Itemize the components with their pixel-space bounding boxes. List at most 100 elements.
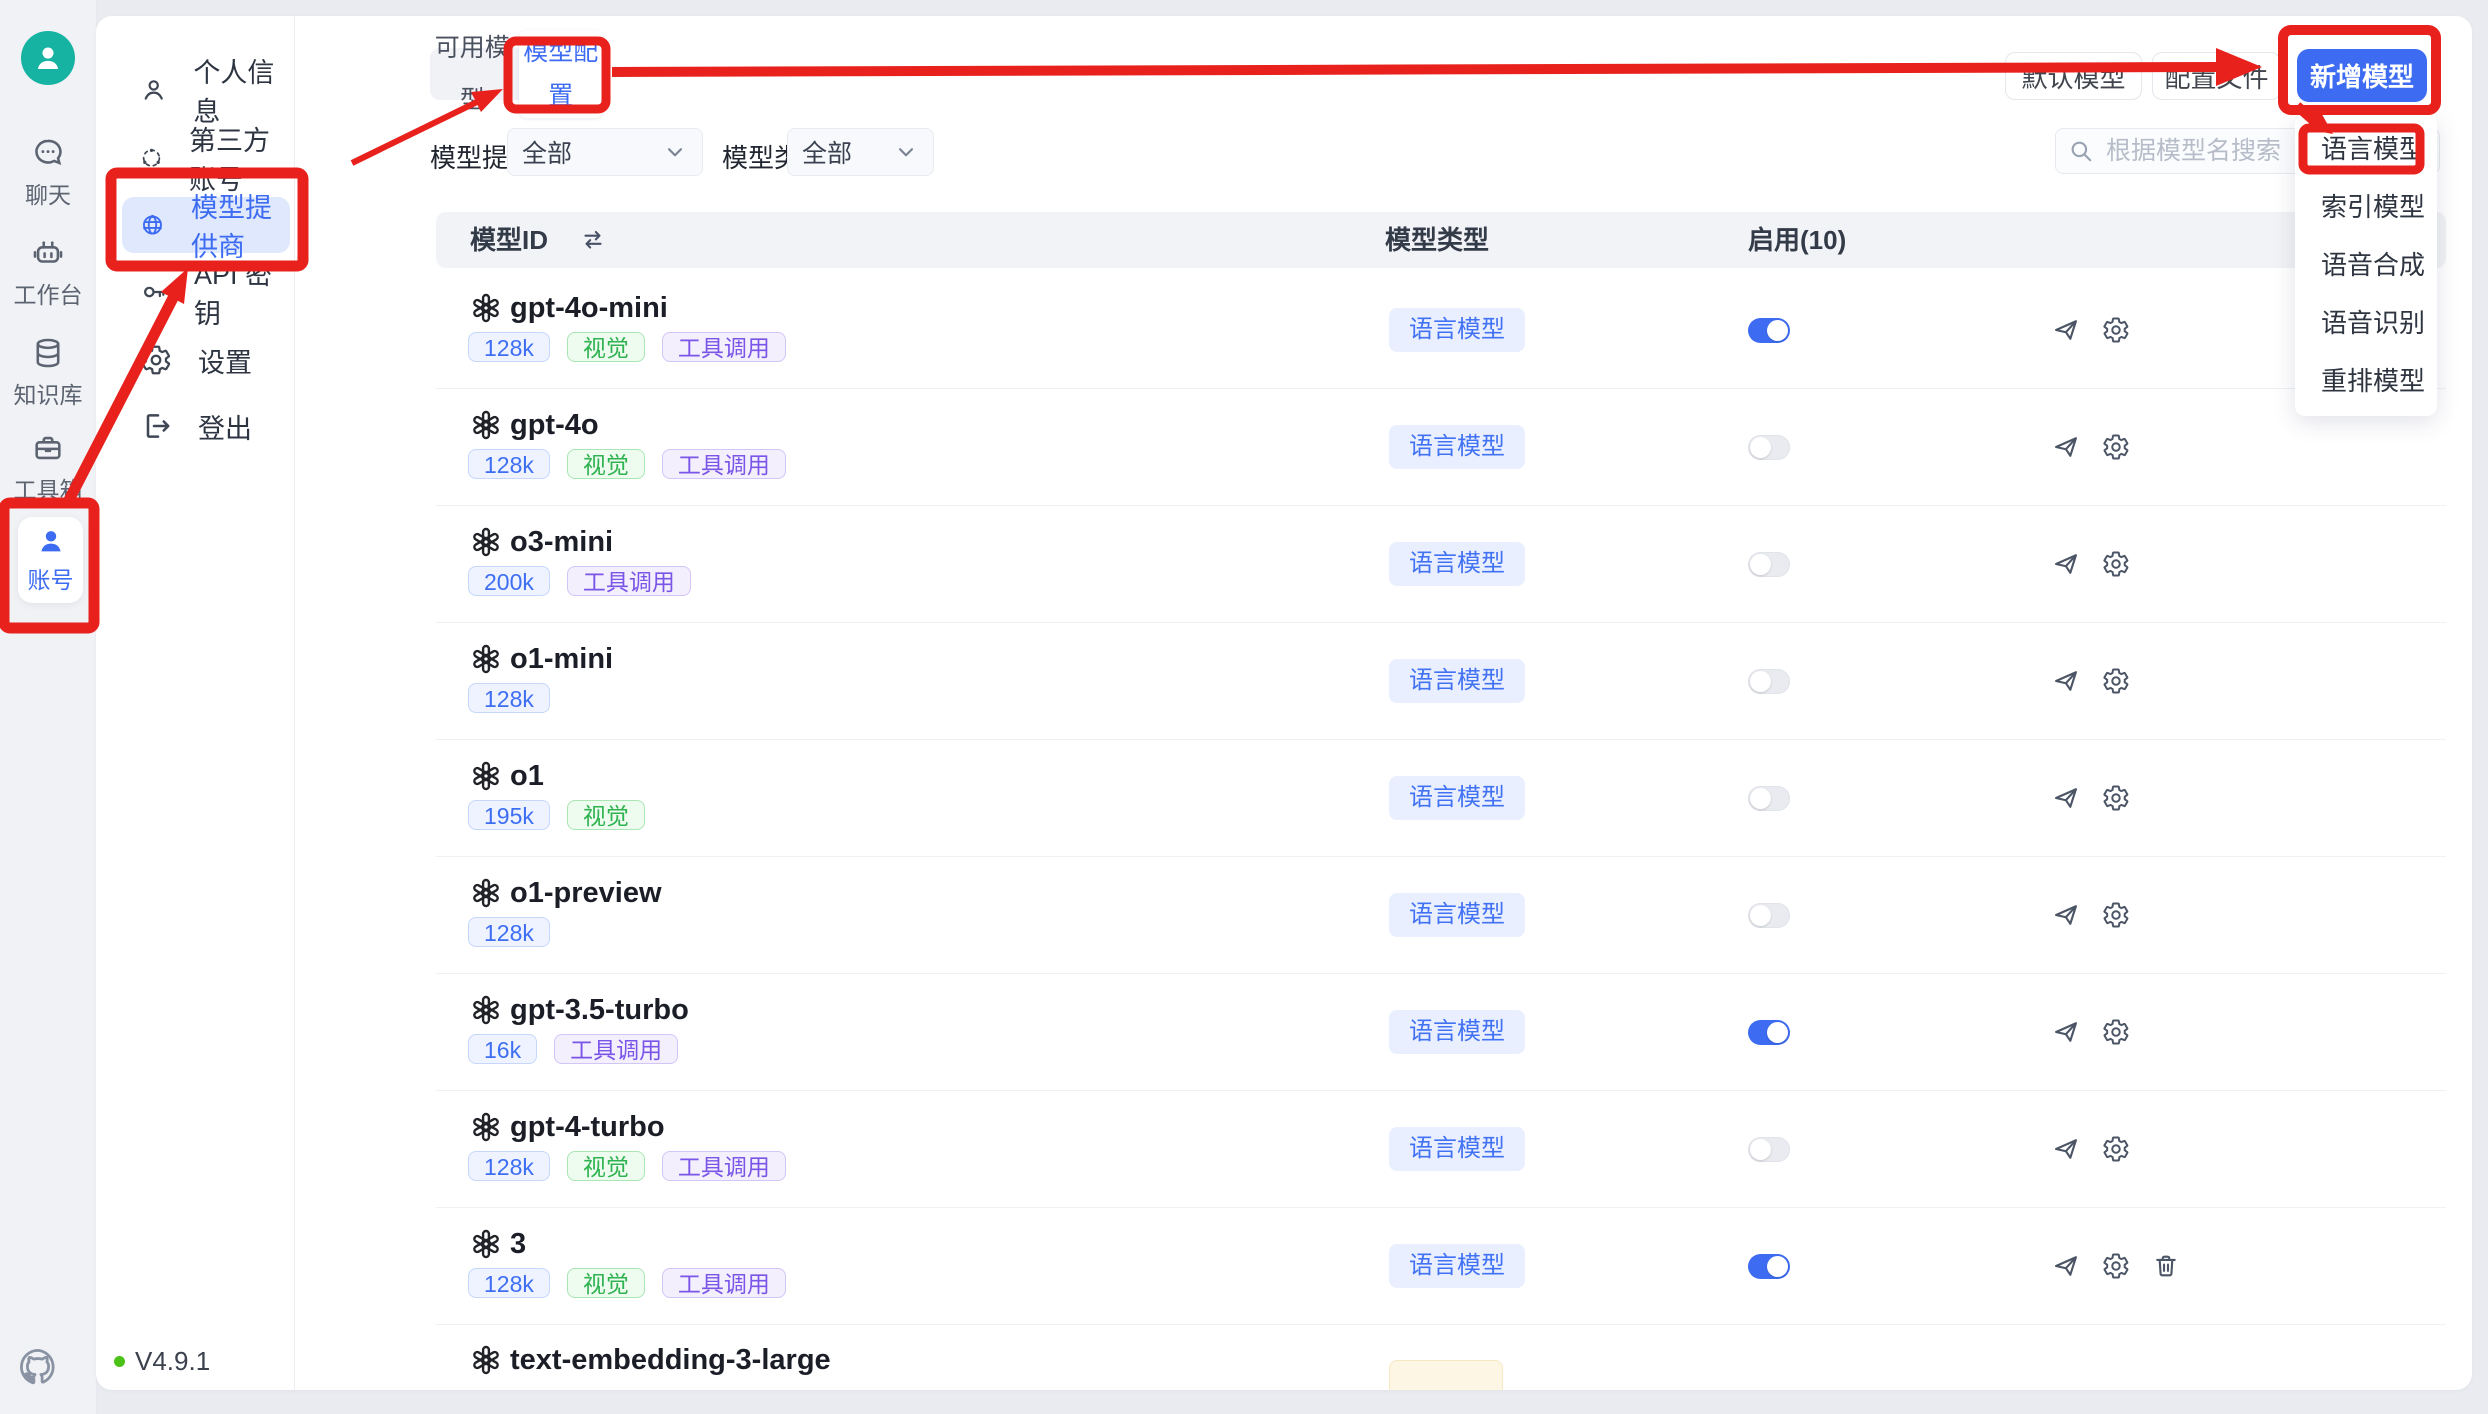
model-type-badge: 语言模型 bbox=[1389, 1010, 1525, 1054]
avatar[interactable] bbox=[21, 31, 75, 85]
rail-item-label: 工具箱 bbox=[0, 471, 96, 505]
menu-item-thirdparty[interactable]: 第三方账号 bbox=[110, 130, 286, 186]
table-row: o1 195k视觉 语言模型 bbox=[436, 740, 2446, 857]
row-settings-icon[interactable] bbox=[2102, 1135, 2130, 1163]
table-row: gpt-4o 128k视觉工具调用 语言模型 bbox=[436, 389, 2446, 506]
model-tags: 128k视觉工具调用 bbox=[468, 1268, 786, 1298]
delete-icon[interactable] bbox=[2152, 1252, 2180, 1280]
provider-filter-select[interactable]: 全部 bbox=[507, 128, 703, 176]
model-type-badge: 语言模型 bbox=[1389, 308, 1525, 352]
row-settings-icon[interactable] bbox=[2102, 1018, 2130, 1046]
enable-toggle[interactable] bbox=[1748, 1020, 1790, 1045]
send-test-icon[interactable] bbox=[2052, 1018, 2080, 1046]
add-model-button[interactable]: 新增模型 bbox=[2297, 49, 2427, 102]
sort-icon[interactable] bbox=[580, 227, 606, 253]
row-settings-icon[interactable] bbox=[2102, 901, 2130, 929]
sidebar-item-account[interactable]: 账号 bbox=[18, 517, 83, 603]
row-settings-icon[interactable] bbox=[2102, 667, 2130, 695]
model-name: text-embedding-3-large bbox=[510, 1343, 831, 1377]
openai-logo-icon bbox=[470, 292, 502, 324]
row-settings-icon[interactable] bbox=[2102, 1252, 2130, 1280]
sidebar-item-toolbox[interactable]: 工具箱 bbox=[0, 431, 96, 505]
model-type-badge-partial bbox=[1389, 1360, 1503, 1390]
capability-tag: 128k bbox=[468, 332, 550, 362]
openai-logo-icon bbox=[470, 1344, 502, 1376]
type-filter-select[interactable]: 全部 bbox=[787, 128, 934, 176]
menu-item-api-keys[interactable]: API 密钥 bbox=[110, 264, 286, 320]
type-filter-value: 全部 bbox=[802, 134, 852, 170]
send-test-icon[interactable] bbox=[2052, 433, 2080, 461]
menu-item-model-provider[interactable]: 模型提供商 bbox=[122, 197, 290, 253]
tab-available-models[interactable]: 可用模型 bbox=[430, 22, 515, 126]
chat-icon bbox=[31, 136, 65, 170]
model-type-badge: 语言模型 bbox=[1389, 776, 1525, 820]
row-settings-icon[interactable] bbox=[2102, 550, 2130, 578]
dropdown-item-index-model[interactable]: 索引模型 bbox=[2295, 178, 2437, 236]
share-network-icon bbox=[140, 142, 163, 174]
table-row: gpt-4-turbo 128k视觉工具调用 语言模型 bbox=[436, 1091, 2446, 1208]
model-provider-page: 聊天 工作台 知识库 工具箱 账号 个人信息 第三方账号 bbox=[0, 0, 2488, 1414]
chevron-down-icon bbox=[893, 139, 919, 165]
enable-toggle[interactable] bbox=[1748, 552, 1790, 577]
dropdown-item-asr[interactable]: 语音识别 bbox=[2295, 294, 2437, 352]
enable-toggle[interactable] bbox=[1748, 1254, 1790, 1279]
capability-tag: 128k bbox=[468, 917, 550, 947]
sidebar-item-chat[interactable]: 聊天 bbox=[0, 136, 96, 210]
menu-item-profile[interactable]: 个人信息 bbox=[110, 62, 286, 118]
enable-toggle[interactable] bbox=[1748, 786, 1790, 811]
enable-toggle[interactable] bbox=[1748, 435, 1790, 460]
send-test-icon[interactable] bbox=[2052, 1252, 2080, 1280]
send-test-icon[interactable] bbox=[2052, 550, 2080, 578]
enable-toggle[interactable] bbox=[1748, 1137, 1790, 1162]
row-settings-icon[interactable] bbox=[2102, 433, 2130, 461]
menu-item-label: 个人信息 bbox=[193, 51, 286, 129]
row-settings-icon[interactable] bbox=[2102, 784, 2130, 812]
send-test-icon[interactable] bbox=[2052, 901, 2080, 929]
table-row: 3 128k视觉工具调用 语言模型 bbox=[436, 1208, 2446, 1325]
model-tags: 195k 视觉 bbox=[468, 800, 645, 830]
row-settings-icon[interactable] bbox=[2102, 316, 2130, 344]
send-test-icon[interactable] bbox=[2052, 316, 2080, 344]
sidebar-item-knowledge[interactable]: 知识库 bbox=[0, 336, 96, 410]
key-icon bbox=[140, 276, 168, 308]
table-row: o3-mini 200k工具调用 语言模型 bbox=[436, 506, 2446, 623]
briefcase-icon bbox=[31, 431, 65, 465]
table-row: o1-mini 128k 语言模型 bbox=[436, 623, 2446, 740]
dropdown-item-tts[interactable]: 语音合成 bbox=[2295, 236, 2437, 294]
toggle-knob bbox=[1750, 905, 1771, 926]
openai-logo-icon bbox=[470, 877, 502, 909]
tab-model-config[interactable]: 模型配置 bbox=[519, 30, 604, 118]
enable-toggle[interactable] bbox=[1748, 318, 1790, 343]
config-file-button[interactable]: 配置文件 bbox=[2152, 52, 2281, 100]
default-model-button[interactable]: 默认模型 bbox=[2005, 52, 2142, 100]
send-test-icon[interactable] bbox=[2052, 1135, 2080, 1163]
dropdown-item-language-model[interactable]: 语言模型 bbox=[2295, 120, 2437, 178]
model-type-badge: 语言模型 bbox=[1389, 1244, 1525, 1288]
sidebar-item-workbench[interactable]: 工作台 bbox=[0, 236, 96, 310]
dropdown-item-rerank-model[interactable]: 重排模型 bbox=[2295, 352, 2437, 410]
capability-tag: 128k bbox=[468, 1151, 550, 1181]
model-name: gpt-3.5-turbo bbox=[510, 993, 689, 1027]
send-test-icon[interactable] bbox=[2052, 667, 2080, 695]
model-tags: 128k视觉工具调用 bbox=[468, 449, 786, 479]
account-icon bbox=[35, 525, 67, 557]
capability-tag: 视觉 bbox=[567, 1268, 645, 1298]
capability-tag: 工具调用 bbox=[567, 566, 691, 596]
model-name: gpt-4-turbo bbox=[510, 1110, 665, 1144]
rail-item-label: 聊天 bbox=[0, 176, 96, 210]
table-row: o1-preview 128k 语言模型 bbox=[436, 857, 2446, 974]
model-provider-icon bbox=[140, 208, 165, 242]
enable-toggle[interactable] bbox=[1748, 669, 1790, 694]
send-test-icon[interactable] bbox=[2052, 784, 2080, 812]
menu-item-settings[interactable]: 设置 bbox=[110, 332, 286, 388]
menu-item-logout[interactable]: 登出 bbox=[110, 398, 286, 454]
enable-toggle[interactable] bbox=[1748, 903, 1790, 928]
capability-tag: 195k bbox=[468, 800, 550, 830]
github-link[interactable] bbox=[17, 1346, 59, 1388]
version-text: V4.9.1 bbox=[135, 1346, 210, 1377]
person-icon bbox=[140, 74, 167, 106]
capability-tag: 视觉 bbox=[567, 800, 645, 830]
toggle-knob bbox=[1750, 1139, 1771, 1160]
capability-tag: 工具调用 bbox=[554, 1034, 678, 1064]
openai-logo-icon bbox=[470, 1111, 502, 1143]
